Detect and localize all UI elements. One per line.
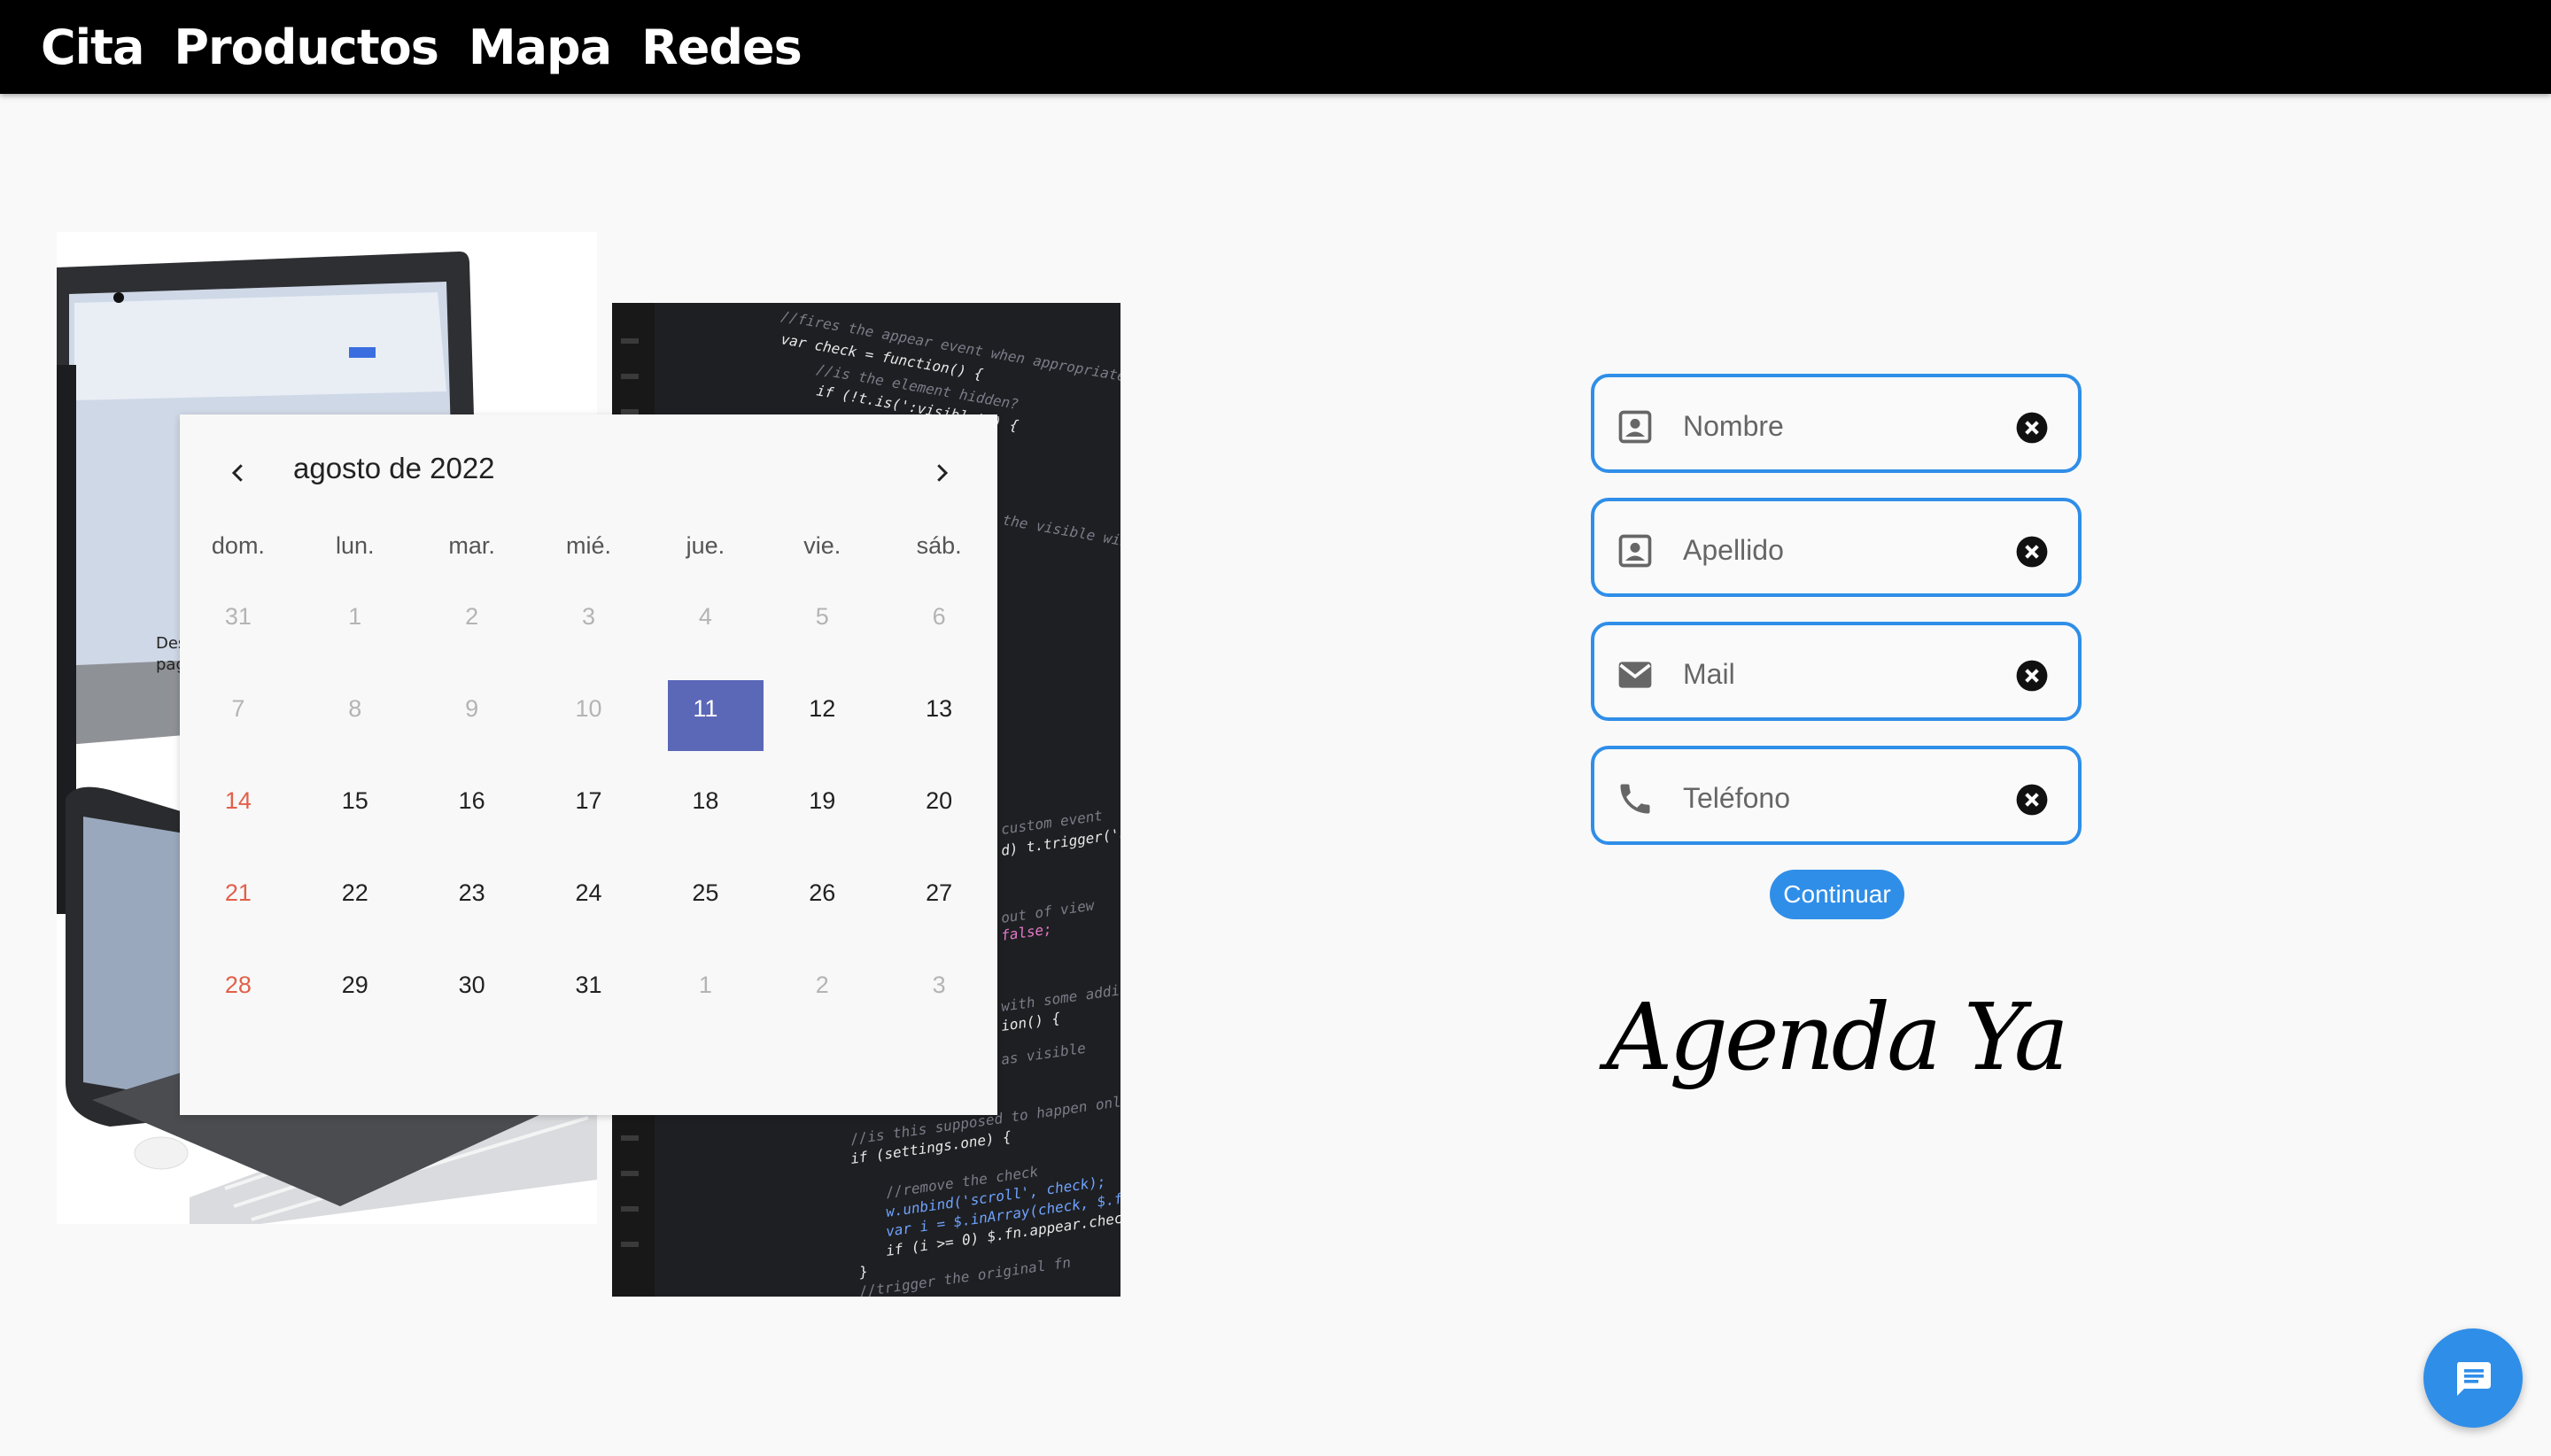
calendar-day-sunday[interactable]: 14 xyxy=(180,755,297,847)
contact-card-icon xyxy=(1618,534,1652,568)
calendar-day[interactable]: 17 xyxy=(531,755,647,847)
phone-icon xyxy=(1620,784,1650,814)
calendar-day[interactable]: 18 xyxy=(647,755,764,847)
chevron-right-icon xyxy=(937,464,949,482)
calendar-day: 1 xyxy=(698,971,712,998)
contact-card-icon xyxy=(1618,410,1652,444)
telefono-input[interactable] xyxy=(1681,772,1986,824)
nombre-input[interactable] xyxy=(1681,400,1986,452)
calendar-day[interactable]: 27 xyxy=(880,847,997,939)
calendar-day[interactable]: 31 xyxy=(531,939,647,1031)
apellido-field[interactable] xyxy=(1591,498,2082,597)
calendar-day[interactable]: 15 xyxy=(297,755,414,847)
calendar-day: 3 xyxy=(581,602,596,630)
calendar-day[interactable]: 22 xyxy=(297,847,414,939)
calendar-day[interactable]: 24 xyxy=(531,847,647,939)
calendar-week-row: 28 29 30 31 1 2 3 xyxy=(180,939,997,1031)
calendar-day[interactable]: 30 xyxy=(414,939,531,1031)
calendar-day[interactable]: 12 xyxy=(764,662,880,755)
weekday-header-row: dom. lun. mar. mié. jue. vie. sáb. xyxy=(180,521,997,570)
calendar-day-number: 11 xyxy=(693,694,718,722)
calendar-grid: dom. lun. mar. mié. jue. vie. sáb. 31 1 … xyxy=(180,521,997,1031)
weekday-label: mar. xyxy=(448,531,495,559)
calendar-week-row: 31 1 2 3 4 5 6 xyxy=(180,570,997,662)
calendar-day: 2 xyxy=(465,602,479,630)
calendar-day[interactable]: 29 xyxy=(297,939,414,1031)
weekday-label: dom. xyxy=(211,531,265,559)
next-month-button[interactable] xyxy=(919,450,965,496)
calendar-day: 2 xyxy=(815,971,829,998)
calendar-day[interactable]: 20 xyxy=(880,755,997,847)
continue-button[interactable]: Continuar xyxy=(1770,870,1904,919)
calendar-day: 4 xyxy=(698,602,712,630)
weekday-label: vie. xyxy=(803,531,841,559)
calendar-day[interactable]: 19 xyxy=(764,755,880,847)
calendar-day-selected[interactable]: 11 xyxy=(647,662,764,755)
mail-input[interactable] xyxy=(1681,648,1986,700)
calendar-day[interactable]: 16 xyxy=(414,755,531,847)
weekday-label: sáb. xyxy=(916,531,962,559)
weekday-label: jue. xyxy=(686,531,725,559)
calendar-day-sunday[interactable]: 28 xyxy=(180,939,297,1031)
chat-button[interactable] xyxy=(2423,1328,2523,1428)
calendar-month-label[interactable]: agosto de 2022 xyxy=(293,452,495,485)
calendar-day: 7 xyxy=(231,694,245,722)
nav-link-productos[interactable]: Productos xyxy=(174,19,438,75)
calendar-day: 5 xyxy=(815,602,829,630)
telefono-field[interactable] xyxy=(1591,746,2082,845)
calendar-day[interactable]: 13 xyxy=(880,662,997,755)
calendar-day[interactable]: 25 xyxy=(647,847,764,939)
calendar-day: 8 xyxy=(348,694,362,722)
chat-icon xyxy=(2457,1362,2491,1396)
top-navigation-bar: Cita Productos Mapa Redes xyxy=(0,0,2551,94)
apellido-input[interactable] xyxy=(1681,524,1986,576)
calendar-day: 3 xyxy=(932,971,946,998)
weekday-label: lun. xyxy=(336,531,375,559)
nombre-field[interactable] xyxy=(1591,374,2082,473)
calendar-day[interactable]: 26 xyxy=(764,847,880,939)
date-picker-calendar: agosto de 2022 dom. lun. mar. mié. jue. … xyxy=(180,414,997,1115)
calendar-week-row: 14 15 16 17 18 19 20 xyxy=(180,755,997,847)
calendar-week-row: 21 22 23 24 25 26 27 xyxy=(180,847,997,939)
clear-icon[interactable] xyxy=(2015,411,2049,445)
calendar-day-sunday[interactable]: 21 xyxy=(180,847,297,939)
nav-link-cita[interactable]: Cita xyxy=(41,19,144,75)
calendar-day: 10 xyxy=(575,694,602,722)
calendar-week-row: 7 8 9 10 11 12 13 xyxy=(180,662,997,755)
calendar-day: 1 xyxy=(348,602,362,630)
clear-icon[interactable] xyxy=(2015,535,2049,569)
nav-link-mapa[interactable]: Mapa xyxy=(469,19,612,75)
calendar-day: 9 xyxy=(465,694,479,722)
previous-month-button[interactable] xyxy=(215,450,261,496)
brand-tagline: Agenda Ya xyxy=(1606,983,2068,1091)
weekday-label: mié. xyxy=(566,531,612,559)
calendar-day: 6 xyxy=(932,602,946,630)
calendar-day[interactable]: 23 xyxy=(414,847,531,939)
clear-icon[interactable] xyxy=(2015,783,2049,817)
chevron-left-icon xyxy=(231,464,243,482)
nav-link-redes[interactable]: Redes xyxy=(641,19,803,75)
calendar-day: 31 xyxy=(224,602,252,630)
clear-icon[interactable] xyxy=(2015,659,2049,693)
mail-icon xyxy=(1618,662,1652,688)
mail-field[interactable] xyxy=(1591,622,2082,721)
